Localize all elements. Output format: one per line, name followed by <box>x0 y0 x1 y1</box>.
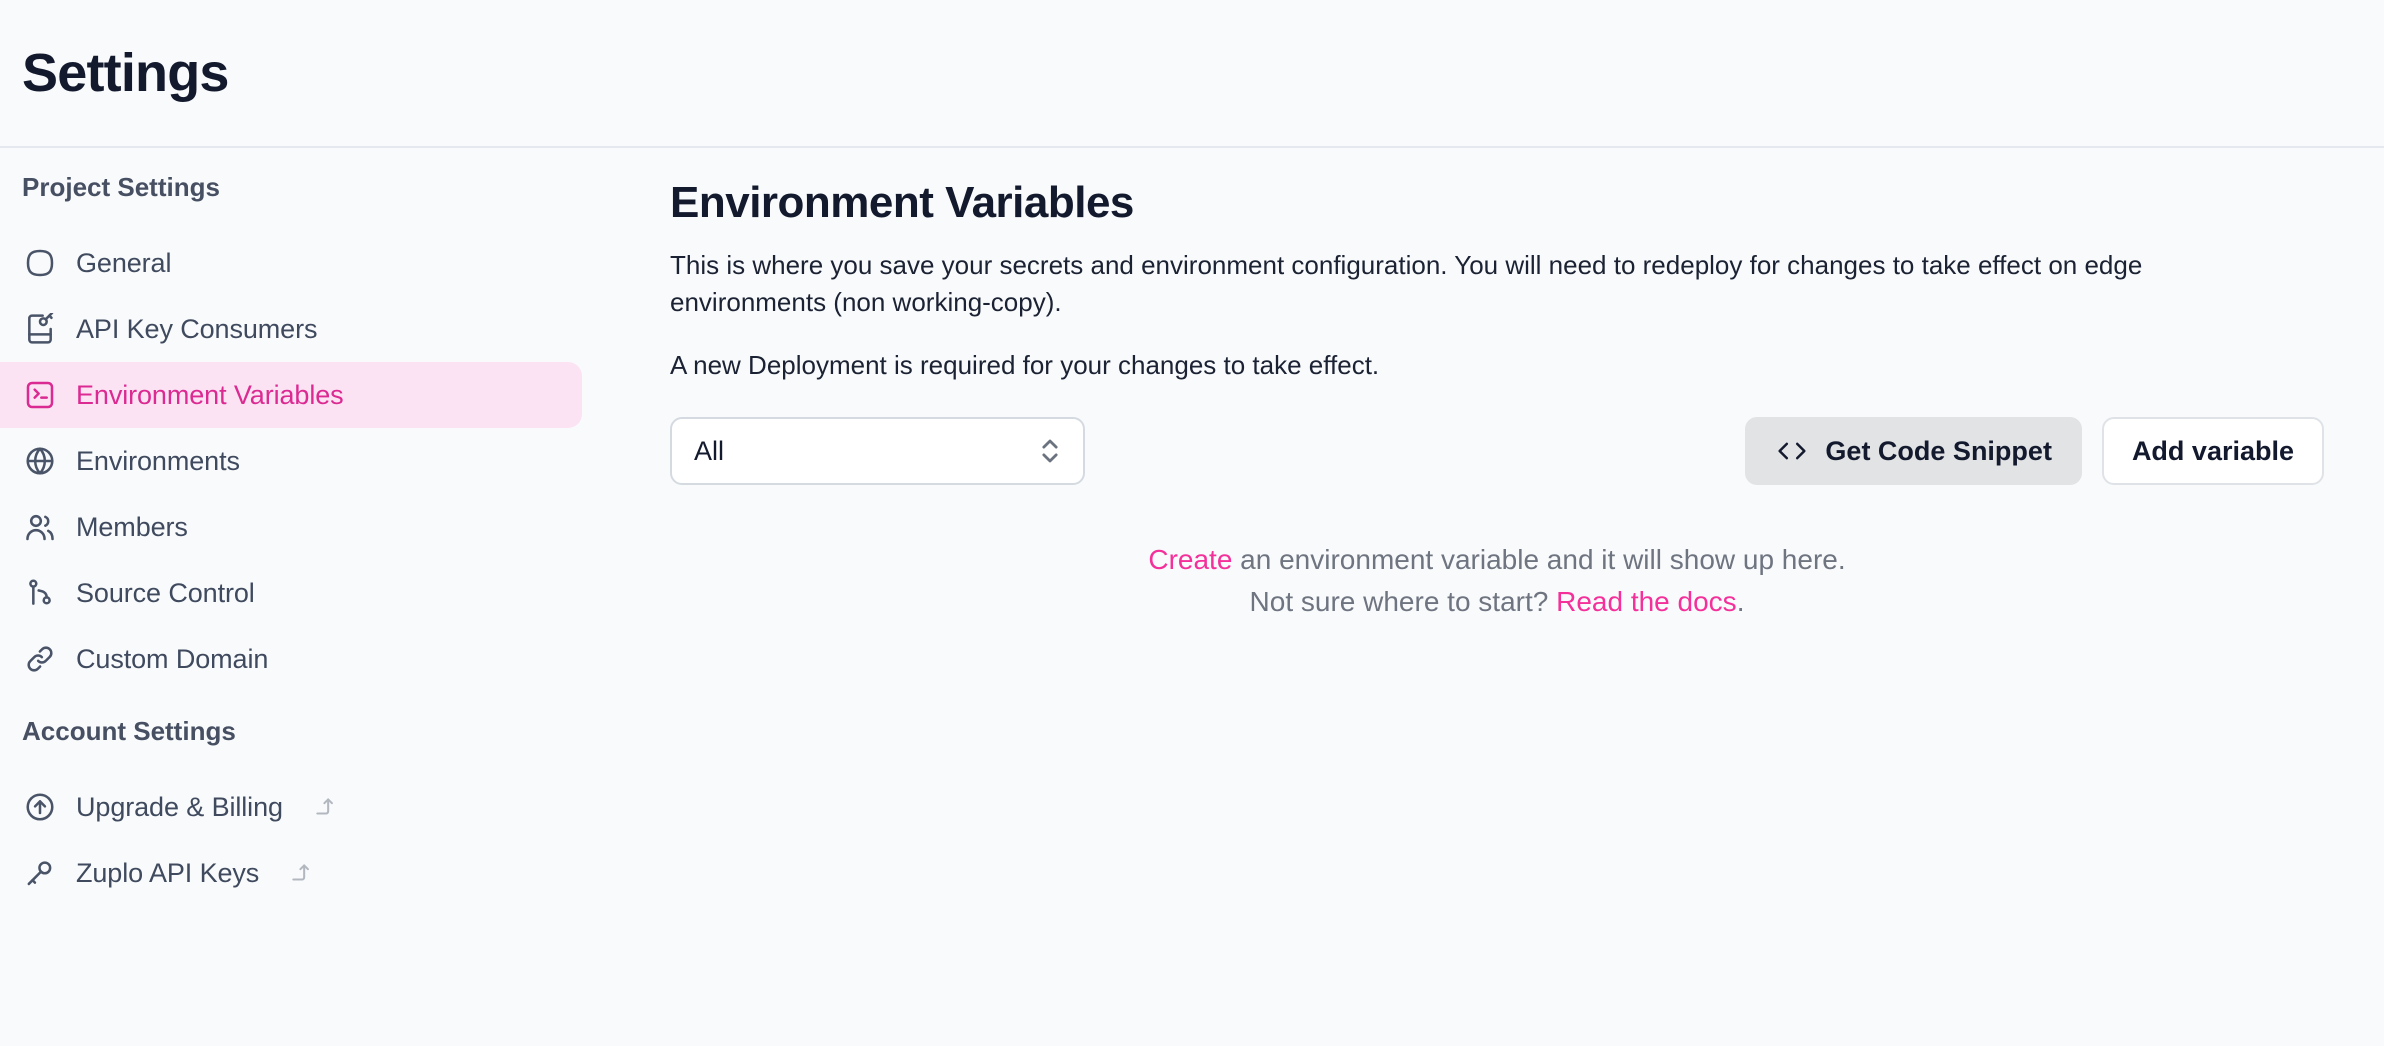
add-variable-label: Add variable <box>2131 435 2294 466</box>
sidebar-item-zuplo-api-keys[interactable]: Zuplo API Keys <box>0 840 582 906</box>
create-variable-link[interactable]: Create <box>1148 544 1232 575</box>
body-split: Project Settings General API Key Consume… <box>0 148 2384 1046</box>
sidebar-item-label: Environment Variables <box>76 379 344 410</box>
add-variable-button[interactable]: Add variable <box>2101 417 2324 486</box>
sidebar-item-custom-domain[interactable]: Custom Domain <box>0 626 582 692</box>
file-key-icon <box>24 313 56 345</box>
toolbar: All Get Code Snippet Add variable <box>670 417 2324 486</box>
section-description: This is where you save your secrets and … <box>670 250 2143 318</box>
empty-state-line2-prefix: Not sure where to start? <box>1249 586 1557 618</box>
code-brackets-icon <box>1775 438 1809 464</box>
main-content: Environment Variables This is where you … <box>582 148 2384 1046</box>
sidebar-item-environments[interactable]: Environments <box>0 428 582 494</box>
sidebar-item-general[interactable]: General <box>0 230 582 296</box>
sidebar-item-upgrade-billing[interactable]: Upgrade & Billing <box>0 774 582 840</box>
toolbar-actions: Get Code Snippet Add variable <box>1745 417 2324 486</box>
environment-filter-select[interactable]: All <box>670 417 1085 486</box>
deployment-note: A new Deployment is required for your ch… <box>670 350 1380 381</box>
empty-state: Create an environment variable and it wi… <box>670 539 2324 623</box>
sidebar-item-label: API Key Consumers <box>76 313 318 344</box>
external-link-arrow-icon <box>289 860 315 886</box>
get-code-snippet-button[interactable]: Get Code Snippet <box>1745 417 2082 486</box>
sidebar-item-api-key-consumers[interactable]: API Key Consumers <box>0 296 582 362</box>
nav-group-label-account: Account Settings <box>22 716 236 746</box>
nav-group-label-project: Project Settings <box>22 172 220 202</box>
environment-filter-value: All <box>694 435 725 466</box>
sidebar-item-label: Upgrade & Billing <box>76 791 283 822</box>
page-title: Settings <box>22 43 229 103</box>
squircle-icon <box>24 247 56 279</box>
external-link-arrow-icon <box>313 794 339 820</box>
empty-state-line1-rest: an environment variable and it will show… <box>1232 544 1846 576</box>
link-icon <box>24 643 56 675</box>
square-terminal-icon <box>24 379 56 411</box>
settings-sidebar: Project Settings General API Key Consume… <box>0 148 582 1046</box>
section-title: Environment Variables <box>670 178 1134 227</box>
sidebar-item-members[interactable]: Members <box>0 494 582 560</box>
sidebar-item-label: Custom Domain <box>76 643 269 674</box>
key-icon <box>24 857 56 889</box>
globe-icon <box>24 445 56 477</box>
sidebar-item-label: Members <box>76 511 188 542</box>
read-the-docs-link[interactable]: Read the docs <box>1556 586 1737 617</box>
sidebar-item-source-control[interactable]: Source Control <box>0 560 582 626</box>
sidebar-item-environment-variables[interactable]: Environment Variables <box>0 362 582 428</box>
sidebar-item-label: Source Control <box>76 577 255 608</box>
page-header: Settings <box>0 0 2384 148</box>
get-code-snippet-label: Get Code Snippet <box>1825 435 2052 466</box>
settings-page: Settings Project Settings General API Ke… <box>0 0 2384 1046</box>
git-branch-icon <box>24 577 56 609</box>
sidebar-item-label: General <box>76 247 172 278</box>
sidebar-item-label: Zuplo API Keys <box>76 857 260 888</box>
sidebar-item-label: Environments <box>76 445 240 476</box>
empty-state-line2-suffix: . <box>1736 586 1745 618</box>
users-icon <box>24 511 56 543</box>
circle-arrow-up-icon <box>24 791 56 823</box>
chevron-up-down-icon <box>1037 434 1063 468</box>
